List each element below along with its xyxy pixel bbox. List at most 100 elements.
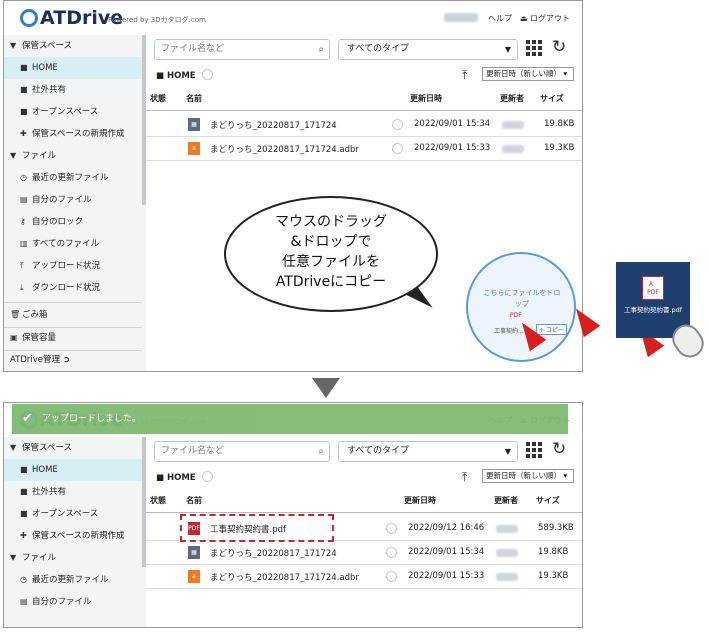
sidebar-section-storage[interactable]: ▼ 保管スペース — [4, 437, 142, 459]
upload-icon[interactable]: ⤒ — [462, 68, 467, 83]
document-icon: ▦ — [188, 546, 200, 559]
sort-select[interactable]: 更新日時（新しい順） ▾ — [482, 469, 574, 483]
clock-icon: ◷ — [20, 173, 27, 182]
logo-mark-icon — [20, 9, 38, 27]
col-status[interactable]: 状態 — [150, 93, 166, 104]
table-row[interactable]: a まどりっち_20220817_171724.adbr 2022/09/01 … — [146, 565, 582, 589]
sidebar-item-my-locks[interactable]: ⚷ 自分のロック — [4, 211, 142, 233]
table-row[interactable]: ▦ まどりっち_20220817_171724 2022/09/01 15:34… — [146, 113, 582, 137]
type-filter-select[interactable]: すべてのタイプ ▼ — [338, 441, 518, 462]
type-filter-select[interactable]: すべてのタイプ ▼ — [338, 39, 518, 60]
sidebar-item-all-files[interactable]: ▥ すべてのファイル — [4, 233, 142, 255]
file-date: 2022/09/01 15:33 — [414, 143, 491, 153]
sidebar-item-my-files[interactable]: ▤ 自分のファイル — [4, 591, 142, 613]
file-size: 19.3KB — [544, 143, 575, 153]
sidebar-item-external-share[interactable]: ■ 社外共有 — [4, 79, 142, 101]
pdf-icon: ⋏ PDF — [642, 276, 664, 300]
key-icon: ⚷ — [20, 217, 26, 226]
breadcrumb[interactable]: ■ HOME — [156, 471, 213, 483]
folder-icon: ■ — [20, 487, 28, 496]
col-size[interactable]: サイズ — [540, 93, 564, 104]
sidebar-item-download-status[interactable]: ⤓ ダウンロード状況 — [4, 277, 142, 299]
refresh-icon[interactable]: ↻ — [552, 439, 566, 459]
folder-icon: ■ — [20, 63, 28, 72]
folder-icon: ■ — [20, 509, 28, 518]
sidebar-item-home[interactable]: ■ HOME — [4, 57, 142, 79]
file-size: 19.8KB — [544, 119, 575, 129]
chevron-circle-icon[interactable] — [392, 143, 403, 154]
triangle-down-icon: ▼ — [10, 151, 17, 160]
chevron-circle-icon[interactable] — [386, 571, 397, 582]
trash-icon: 🗑 — [10, 310, 21, 319]
file-icon: ▤ — [20, 195, 28, 204]
drop-zone[interactable]: こちらにファイルをドロップ PDF 工事契約... + コピー — [466, 252, 576, 362]
file-icon: ▤ — [20, 597, 28, 606]
sidebar-section-files[interactable]: ▼ ファイル — [4, 145, 142, 167]
storage-icon: ▣ — [10, 333, 18, 342]
sidebar-item-open-space[interactable]: ■ オープンスペース — [4, 101, 142, 123]
table-row[interactable]: a まどりっち_20220817_171724.adbr 2022/09/01 … — [146, 137, 582, 161]
sidebar-item-admin[interactable]: ATDrive管理 ➲ — [4, 349, 142, 371]
col-updated[interactable]: 更新日時 — [404, 495, 436, 506]
search-icon[interactable]: ⌕ — [318, 442, 324, 461]
sidebar-item-upload-status[interactable]: ⤒ アップロード状況 — [4, 255, 142, 277]
grid-view-icon[interactable] — [526, 442, 542, 458]
sidebar-item-recent[interactable]: ◷ 最近の更新ファイル — [4, 167, 142, 189]
col-updater[interactable]: 更新者 — [500, 93, 524, 104]
file-name[interactable]: まどりっち_20220817_171724.adbr — [210, 571, 359, 583]
refresh-icon[interactable]: ↻ — [552, 37, 566, 57]
adbr-file-icon: a — [188, 142, 200, 155]
file-size: 589.3KB — [538, 523, 574, 533]
file-updater — [496, 525, 518, 533]
file-name[interactable]: まどりっち_20220817_171724 — [210, 119, 337, 131]
file-name[interactable]: まどりっち_20220817_171724.adbr — [210, 143, 359, 155]
folder-icon: ■ — [156, 71, 165, 81]
file-updater — [502, 121, 524, 129]
powered-by: Powered by 3Dカタログ.com — [108, 16, 206, 24]
file-name[interactable]: まどりっち_20220817_171724 — [210, 547, 337, 559]
desktop-file-name: 工事契約契約書.pdf — [623, 306, 683, 314]
col-name[interactable]: 名前 — [186, 495, 202, 506]
pdf-icon: PDF — [510, 312, 522, 319]
chevron-circle-icon[interactable] — [386, 523, 397, 534]
col-updated[interactable]: 更新日時 — [410, 93, 442, 104]
logout-link[interactable]: ⏏ ログアウト — [520, 13, 570, 24]
toast-message: アップロードしました。 — [42, 414, 142, 424]
clock-icon: ◷ — [20, 575, 27, 584]
sidebar-item-external-share[interactable]: ■ 社外共有 — [4, 481, 142, 503]
sidebar-item-my-files[interactable]: ▤ 自分のファイル — [4, 189, 142, 211]
sidebar-section-files[interactable]: ▼ ファイル — [4, 547, 142, 569]
file-updater — [496, 573, 518, 581]
chevron-circle-icon[interactable] — [392, 119, 403, 130]
check-icon: ✔ — [22, 411, 33, 426]
table-row[interactable]: ▦ まどりっち_20220817_171724 2022/09/01 15:34… — [146, 541, 582, 565]
col-name[interactable]: 名前 — [186, 93, 202, 104]
callout-bubble: マウスのドラッグ &ドロップで 任意ファイルを ATDriveにコピー — [224, 196, 438, 312]
search-input[interactable]: ファイル名など ⌕ — [154, 441, 330, 462]
col-size[interactable]: サイズ — [536, 495, 560, 506]
sidebar-item-home[interactable]: ■ HOME — [4, 459, 142, 481]
chevron-circle-icon[interactable] — [201, 471, 213, 482]
sidebar-item-new-storage[interactable]: ✚ 保管スペースの新規作成 — [4, 525, 142, 547]
sidebar-item-storage-capacity[interactable]: ▣ 保管容量 — [4, 327, 142, 349]
sidebar-section-storage[interactable]: ▼ 保管スペース — [4, 35, 142, 57]
sidebar-item-recent[interactable]: ◷ 最近の更新ファイル — [4, 569, 142, 591]
chevron-circle-icon[interactable] — [386, 547, 397, 558]
col-updater[interactable]: 更新者 — [494, 495, 518, 506]
download-icon: ⤓ — [20, 283, 24, 292]
sort-select[interactable]: 更新日時（新しい順） ▾ — [482, 67, 574, 81]
search-icon[interactable]: ⌕ — [318, 40, 324, 59]
sidebar-divider — [4, 302, 142, 303]
col-status[interactable]: 状態 — [150, 495, 166, 506]
sidebar-item-open-space[interactable]: ■ オープンスペース — [4, 503, 142, 525]
chevron-circle-icon[interactable] — [201, 69, 213, 80]
grid-view-icon[interactable] — [526, 40, 542, 56]
sidebar-item-trash[interactable]: 🗑 ごみ箱 — [4, 304, 142, 326]
breadcrumb[interactable]: ■ HOME — [156, 69, 213, 81]
upload-icon[interactable]: ⤒ — [462, 470, 467, 485]
search-input[interactable]: ファイル名など ⌕ — [154, 39, 330, 60]
callout-text: マウスのドラッグ &ドロップで 任意ファイルを ATDriveにコピー — [275, 214, 387, 290]
upload-icon: ⤒ — [20, 261, 24, 270]
help-link[interactable]: ヘルプ — [488, 13, 512, 24]
sidebar-item-new-storage[interactable]: ✚ 保管スペースの新規作成 — [4, 123, 142, 145]
